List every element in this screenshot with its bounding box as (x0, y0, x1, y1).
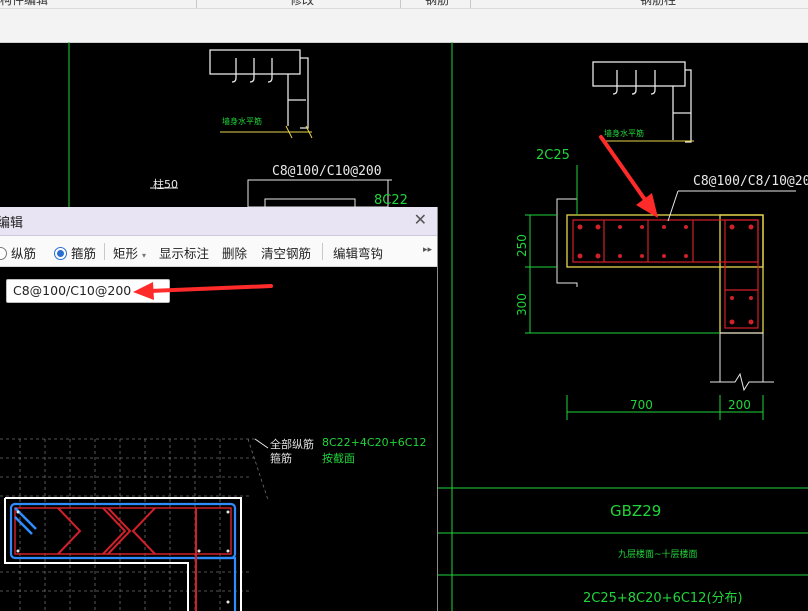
toolbar-separator (322, 243, 323, 260)
legend-stirrup-value: 按截面 (322, 452, 355, 465)
caret-down-icon: ▾ (142, 251, 147, 260)
radio-longitudinal[interactable]: 纵筋 (0, 243, 36, 262)
dialog-title: 编辑 (0, 216, 24, 231)
legend-stirrup-label: 箍筋 (270, 452, 292, 465)
annotation-arrow-left (133, 282, 273, 300)
radio-stirrup[interactable]: 箍筋 (54, 243, 96, 262)
radio-longitudinal-label: 纵筋 (11, 246, 37, 261)
menu-separator (470, 0, 471, 8)
menu-item-column[interactable]: 钢筋柱 (640, 0, 676, 8)
toolbar-divider (0, 8, 808, 9)
left-top-green-label: 8C22 (374, 193, 408, 208)
rect-dropdown-label: 矩形 (113, 246, 139, 261)
table-floor: 九层楼面~十层楼面 (618, 548, 698, 560)
menu-item-edit[interactable]: 构件编辑 (0, 0, 48, 8)
legend-all-long-value: 8C22+4C20+6C12 (322, 436, 427, 449)
wall-section-right (556, 174, 774, 392)
dialog-titlebar[interactable]: 编辑 ✕ (0, 207, 437, 236)
rebar-edit-dialog: 编辑 ✕ 纵筋 箍筋 矩形 ▾ 显示标注 删除 清空钢筋 编辑弯钩 ▸▸ C8@… (0, 207, 438, 611)
left-top-stirrup-label: C8@100/C10@200 (272, 164, 382, 179)
delete-button[interactable]: 删除 (222, 243, 247, 262)
top-toolbar: 构件编辑 修改 钢筋 钢筋柱 (0, 0, 808, 43)
section-box-left (247, 179, 389, 208)
dialog-toolbar: 纵筋 箍筋 矩形 ▾ 显示标注 删除 清空钢筋 编辑弯钩 ▸▸ (0, 236, 437, 267)
table-rebar: 2C25+8C20+6C12(分布) (583, 591, 743, 606)
menu-item-rebar[interactable]: 钢筋 (425, 0, 449, 8)
close-icon[interactable]: ✕ (414, 210, 427, 229)
right-wall-note: 墙身水平筋 (604, 128, 644, 138)
radio-stirrup-label: 箍筋 (71, 246, 97, 261)
annotation-arrow-right (599, 135, 658, 218)
legend-leader (254, 438, 269, 449)
dim-300: 300 (515, 293, 529, 316)
show-labels-button[interactable]: 显示标注 (159, 243, 209, 262)
rect-dropdown[interactable]: 矩形 ▾ (113, 243, 146, 262)
table-name: GBZ29 (610, 502, 661, 520)
leader-line (667, 190, 679, 222)
dim-200: 200 (728, 398, 751, 412)
toolbar-separator (104, 243, 105, 260)
menu-separator (196, 0, 197, 8)
menu-separator (400, 0, 401, 8)
left-wall-note: 墙身水平筋 (222, 116, 262, 126)
right-stirrup-label: C8@100/C8/10@200 (693, 174, 808, 189)
column-section (4, 497, 242, 611)
dim-700: 700 (630, 398, 653, 412)
radio-selected-icon (54, 247, 67, 260)
left-small-label: 柱50 (153, 177, 178, 191)
menu-item-modify[interactable]: 修改 (290, 0, 314, 8)
radio-icon (0, 247, 7, 260)
clear-rebar-button[interactable]: 清空钢筋 (261, 243, 311, 262)
dashed-grid (0, 438, 269, 611)
dim-250: 250 (515, 234, 529, 257)
more-icon[interactable]: ▸▸ (423, 245, 432, 255)
corner-bar-label: 2C25 (536, 148, 570, 163)
rebar-rect (264, 198, 356, 208)
edit-hook-button[interactable]: 编辑弯钩 (333, 243, 383, 262)
